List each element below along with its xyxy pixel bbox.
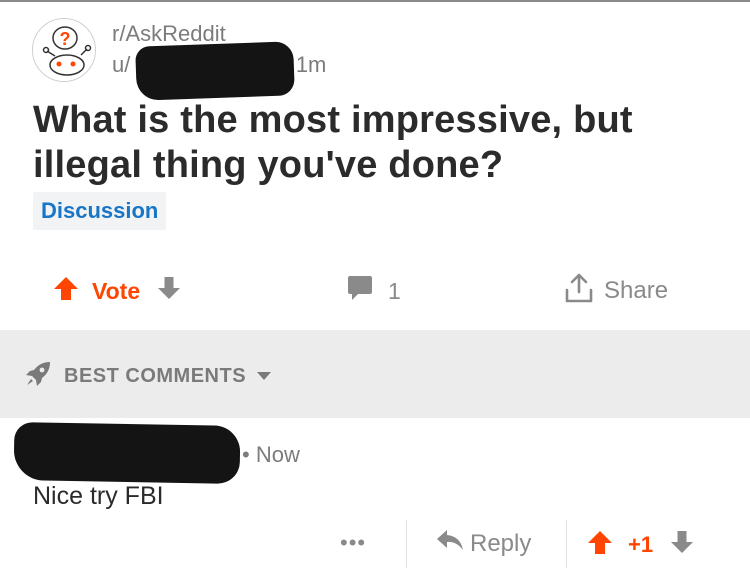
- comment-body: Nice try FBI: [33, 482, 164, 510]
- sort-label: BEST COMMENTS: [64, 365, 247, 387]
- rocket-icon: [24, 360, 52, 393]
- comment-score: +1: [628, 532, 654, 557]
- redacted-username: [135, 41, 295, 101]
- top-divider: [0, 0, 750, 2]
- comment-age: • Now: [242, 442, 300, 467]
- reply-arrow-icon: [436, 528, 464, 559]
- downvote-arrow-icon[interactable]: [669, 529, 695, 561]
- chevron-down-icon: [256, 368, 272, 386]
- askreddit-logo-icon: ?: [33, 19, 95, 81]
- more-options-icon[interactable]: •••: [340, 530, 366, 556]
- share-label: Share: [604, 277, 669, 304]
- comment-item: • Now Nice try FBI ••• Reply +1: [0, 418, 750, 568]
- vote-control: Vote: [52, 266, 182, 316]
- subreddit-name[interactable]: r/AskReddit: [112, 21, 226, 47]
- comment-vote-control: +1: [586, 528, 695, 562]
- reply-button[interactable]: Reply: [436, 528, 531, 559]
- sort-dropdown[interactable]: BEST COMMENTS: [24, 360, 272, 393]
- reply-label: Reply: [470, 529, 532, 557]
- post-flair[interactable]: Discussion: [33, 192, 167, 230]
- downvote-arrow-icon[interactable]: [156, 275, 182, 307]
- comment-actions: ••• Reply +1: [0, 520, 750, 568]
- comment-bubble-icon: [346, 274, 374, 308]
- subreddit-avatar[interactable]: ?: [32, 18, 96, 82]
- post-title[interactable]: What is the most impressive, but illegal…: [33, 98, 723, 188]
- share-icon: [564, 272, 594, 310]
- share-button[interactable]: Share: [564, 266, 668, 316]
- comments-button[interactable]: 1: [346, 266, 401, 316]
- upvote-arrow-icon[interactable]: [52, 274, 80, 308]
- comment-count: 1: [388, 277, 401, 304]
- comment-sort-bar: BEST COMMENTS: [0, 330, 750, 418]
- post-header: ? r/AskReddit u/• 1m: [32, 18, 732, 101]
- redacted-commenter: [13, 422, 241, 484]
- vote-label: Vote: [92, 277, 141, 304]
- action-divider: [406, 520, 407, 568]
- svg-text:?: ?: [60, 29, 71, 49]
- upvote-arrow-icon[interactable]: [586, 528, 614, 562]
- action-divider: [566, 520, 567, 568]
- post-actions: Vote 1 Share: [0, 266, 750, 316]
